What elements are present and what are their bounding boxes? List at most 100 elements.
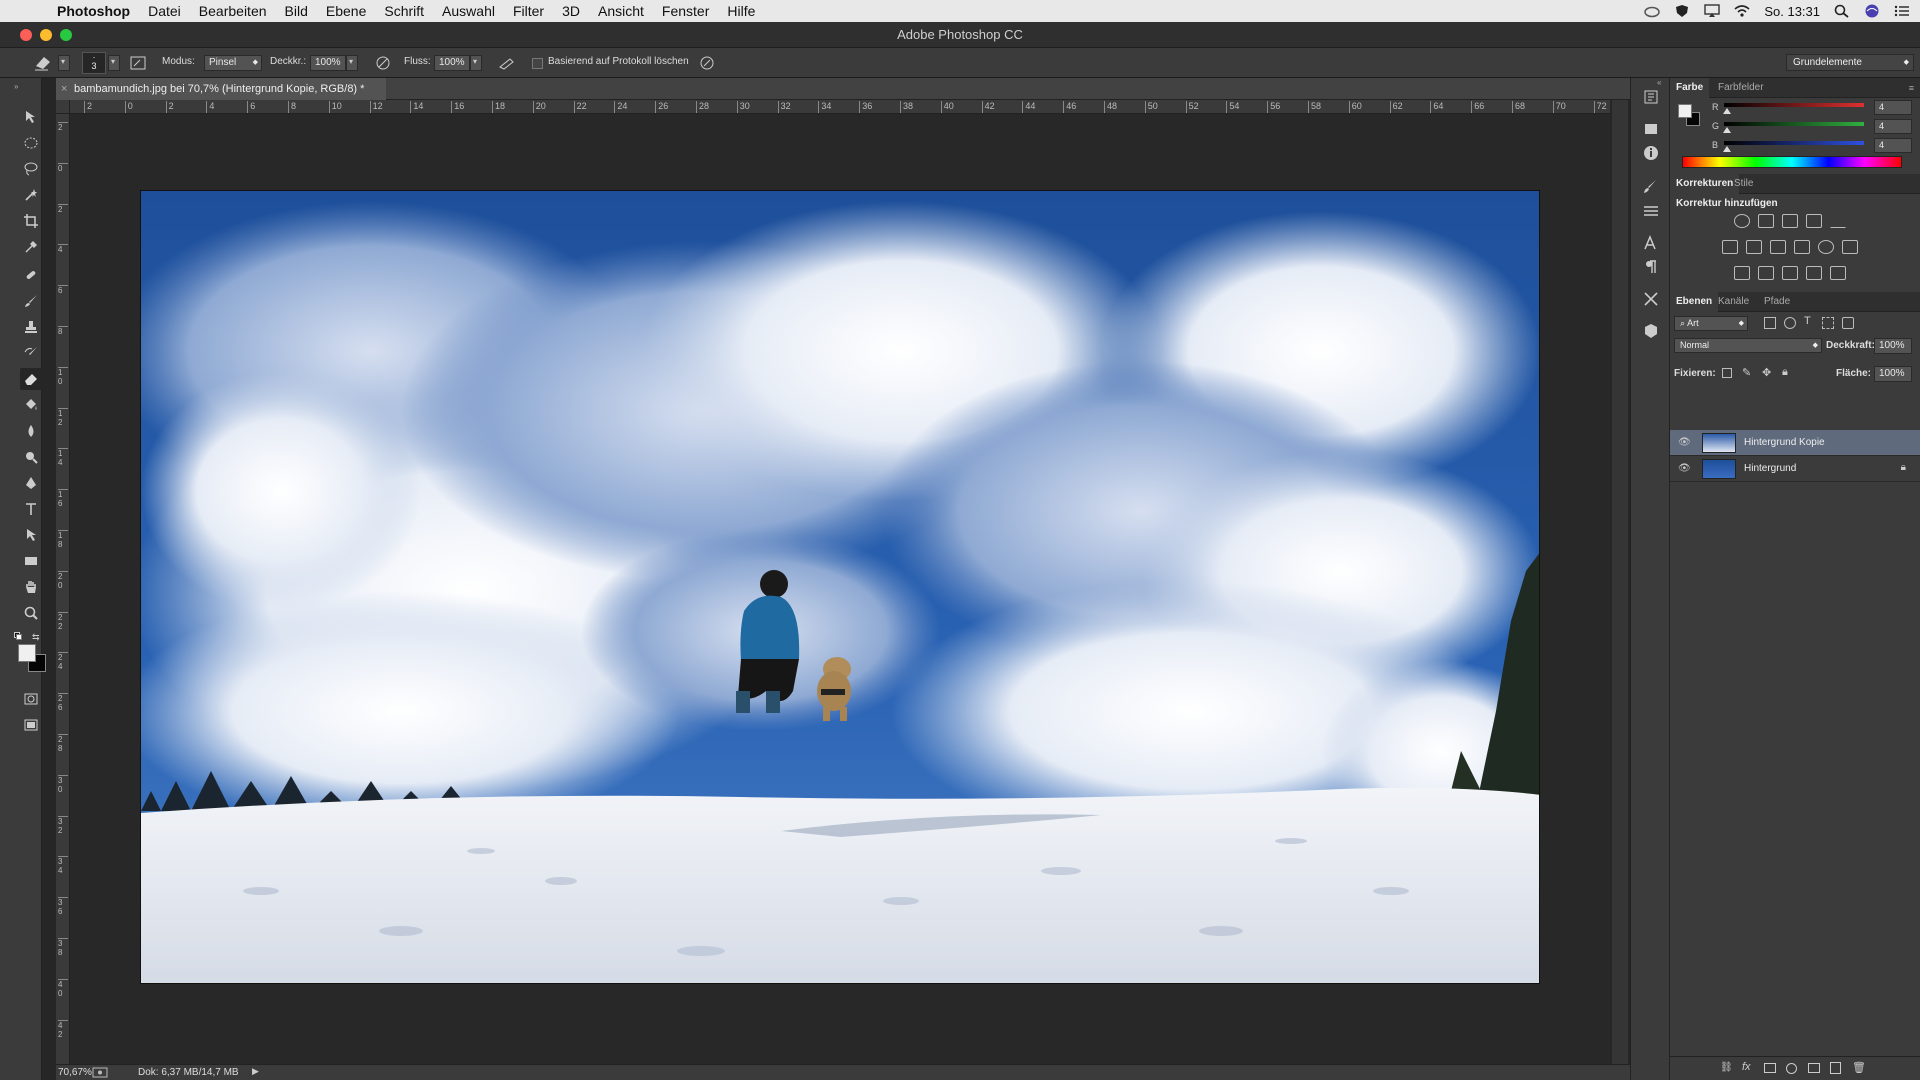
clone-stamp-tool-icon[interactable] (20, 316, 42, 338)
blend-mode-select[interactable]: Normal ◆ (1674, 338, 1822, 353)
opacity-dropdown[interactable] (346, 55, 358, 71)
opacity-input[interactable]: 100% (310, 55, 346, 71)
creative-cloud-icon[interactable] (1644, 4, 1661, 18)
rectangle-tool-icon[interactable] (20, 550, 42, 572)
color-swatches[interactable] (18, 644, 48, 674)
quick-mask-icon[interactable] (20, 688, 42, 710)
panel-menu-icon[interactable]: ≡ (1903, 78, 1920, 98)
properties-panel-icon[interactable] (1642, 120, 1660, 138)
share-icon[interactable] (92, 1067, 108, 1078)
menu-schrift[interactable]: Schrift (375, 0, 433, 22)
menu-filter[interactable]: Filter (504, 0, 553, 22)
photo-filter-icon[interactable] (1794, 240, 1810, 254)
brush-panel-icon[interactable] (130, 56, 146, 70)
green-slider-row[interactable]: G 4 (1670, 119, 1920, 137)
layer-row[interactable]: 👁︎ Hintergrund 🔒︎ (1670, 456, 1920, 482)
zoom-tool-icon[interactable] (20, 602, 42, 624)
brush-presets-panel-icon[interactable] (1642, 178, 1660, 196)
collapse-toolbar-icon[interactable]: » (14, 82, 18, 91)
menu-auswahl[interactable]: Auswahl (433, 0, 504, 22)
flow-input[interactable]: 100% (434, 55, 470, 71)
character-panel-icon[interactable] (1642, 234, 1660, 252)
color-balance-icon[interactable] (1746, 240, 1762, 254)
pressure-size-icon[interactable] (698, 55, 716, 71)
menu-ansicht[interactable]: Ansicht (589, 0, 653, 22)
airplay-icon[interactable] (1704, 4, 1721, 18)
link-layers-icon[interactable]: ⛓︎ (1720, 1062, 1733, 1073)
menu-bearbeiten[interactable]: Bearbeiten (190, 0, 276, 22)
eyedropper-tool-icon[interactable] (20, 236, 42, 258)
vertical-ruler[interactable]: 2 0 2 4 6 8 1 0 1 2 1 4 1 6 1 8 2 0 2 2 2 4 2 6 2 8 3 0 3… (56, 114, 70, 1064)
type-tool-icon[interactable] (20, 498, 42, 520)
blue-slider[interactable] (1723, 141, 1864, 152)
filter-shape-layers-icon[interactable] (1822, 317, 1834, 329)
lock-pixels-icon[interactable]: ✎ (1742, 366, 1751, 379)
move-tool-icon[interactable] (20, 106, 42, 128)
apple-icon[interactable] (18, 3, 34, 19)
lock-position-icon[interactable]: ✥ (1762, 366, 1771, 379)
new-layer-icon[interactable] (1830, 1062, 1841, 1074)
menu-3d[interactable]: 3D (553, 0, 589, 22)
menu-fenster[interactable]: Fenster (653, 0, 718, 22)
document-image[interactable] (140, 190, 1540, 984)
canvas-area[interactable] (70, 114, 1610, 1064)
flow-dropdown[interactable] (470, 55, 482, 71)
layer-opacity-input[interactable]: 100% (1874, 338, 1912, 354)
marquee-tool-icon[interactable] (20, 132, 42, 154)
blur-tool-icon[interactable] (20, 420, 42, 442)
layer-name[interactable]: Hintergrund (1744, 463, 1796, 474)
visibility-eye-icon[interactable]: 👁︎ (1678, 463, 1692, 474)
screen-mode-icon[interactable] (20, 714, 42, 736)
workspace-switcher[interactable]: Grundelemente ◆ (1786, 54, 1914, 71)
hand-tool-icon[interactable] (20, 576, 42, 598)
filter-type-layers-icon[interactable]: T (1804, 315, 1811, 327)
slider-handle[interactable] (1723, 108, 1732, 114)
tool-presets-panel-icon[interactable] (1642, 290, 1660, 308)
menu-ebene[interactable]: Ebene (317, 0, 375, 22)
black-white-icon[interactable] (1770, 240, 1786, 254)
red-slider-row[interactable]: R 4 (1670, 100, 1920, 118)
blue-value[interactable]: 4 (1874, 138, 1912, 153)
curves-icon[interactable] (1782, 214, 1798, 228)
slider-handle[interactable] (1723, 127, 1732, 133)
wifi-icon[interactable] (1734, 4, 1750, 18)
lock-all-icon[interactable]: 🔒︎ (1782, 366, 1788, 379)
tab-farbe[interactable]: Farbe (1670, 78, 1710, 98)
tab-ebenen[interactable]: Ebenen (1670, 292, 1719, 312)
brightness-contrast-icon[interactable] (1734, 214, 1750, 228)
color-lookup-icon[interactable] (1842, 240, 1858, 254)
fill-input[interactable]: 100% (1874, 366, 1912, 382)
brush-picker-dropdown[interactable] (108, 55, 120, 71)
tab-farbfelder[interactable]: Farbfelder (1712, 78, 1770, 98)
invert-icon[interactable] (1734, 266, 1750, 280)
ruler-origin[interactable] (56, 100, 70, 114)
shield-icon[interactable] (1674, 4, 1690, 18)
visibility-eye-icon[interactable]: 👁︎ (1678, 437, 1692, 448)
slider-handle[interactable] (1723, 146, 1732, 152)
selective-color-icon[interactable] (1806, 266, 1822, 280)
zoom-level[interactable]: 70,67% (56, 1067, 96, 1078)
green-value[interactable]: 4 (1874, 119, 1912, 134)
vibrance-icon[interactable] (1830, 214, 1846, 228)
menu-bild[interactable]: Bild (276, 0, 317, 22)
brush-size-picker[interactable]: · 3 (82, 52, 106, 74)
new-adjustment-layer-icon[interactable] (1786, 1063, 1797, 1074)
threshold-icon[interactable] (1782, 266, 1798, 280)
tab-kanaele[interactable]: Kanäle (1712, 292, 1755, 312)
collapse-dock-icon[interactable]: « (1657, 78, 1661, 87)
filter-pixel-layers-icon[interactable] (1764, 317, 1776, 329)
lasso-tool-icon[interactable] (20, 158, 42, 180)
red-value[interactable]: 4 (1874, 100, 1912, 115)
color-spectrum[interactable] (1682, 156, 1902, 168)
layer-filter-select[interactable]: ⌕ Art ◆ (1674, 316, 1748, 331)
eraser-tool-preset-icon[interactable] (32, 54, 54, 72)
spotlight-search-icon[interactable] (1834, 4, 1850, 18)
gradient-map-icon[interactable] (1830, 266, 1846, 280)
horizontal-ruler[interactable]: 2 0 2 4 6 8 10 12 14 16 18 20 22 24 26 28 30 32 34 36 38 40 42… (70, 100, 1610, 114)
close-document-icon[interactable]: × (61, 78, 67, 100)
red-slider[interactable] (1723, 103, 1864, 114)
channel-mixer-icon[interactable] (1818, 240, 1834, 254)
healing-brush-tool-icon[interactable] (20, 264, 42, 286)
clock[interactable]: So. 13:31 (1764, 4, 1820, 19)
history-brush-tool-icon[interactable] (20, 342, 42, 364)
